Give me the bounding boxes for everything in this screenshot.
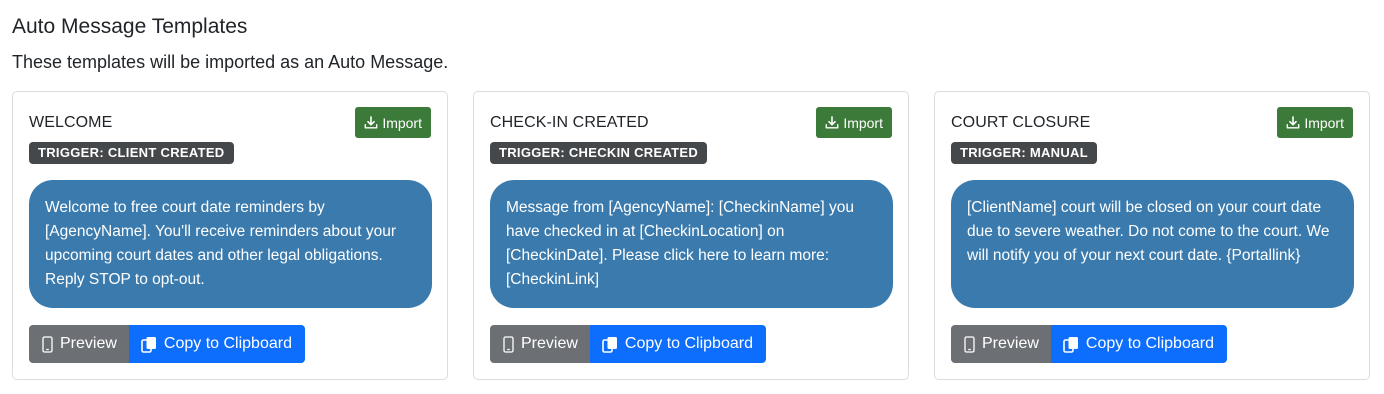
- card-header: WELCOME Import: [29, 107, 431, 141]
- import-button[interactable]: Import: [1277, 107, 1353, 138]
- page: Auto Message Templates These templates w…: [0, 0, 1384, 380]
- card-actions: Preview Copy to Clipboard: [490, 325, 892, 363]
- copy-to-clipboard-button[interactable]: Copy to Clipboard: [589, 325, 766, 363]
- template-card-welcome: WELCOME Import TRIGGER: CLIENT CREATED W…: [12, 91, 448, 380]
- import-button-label: Import: [1304, 114, 1344, 131]
- clipboard-copy-icon: [602, 336, 618, 353]
- trigger-badge: TRIGGER: CHECKIN CREATED: [490, 142, 708, 164]
- card-header: CHECK-IN CREATED Import: [490, 107, 892, 141]
- card-title: CHECK-IN CREATED: [490, 114, 649, 131]
- card-title: WELCOME: [29, 114, 113, 131]
- preview-button[interactable]: Preview: [951, 325, 1051, 363]
- download-icon: [1286, 115, 1300, 130]
- phone-icon: [42, 335, 53, 353]
- message-bubble: Message from [AgencyName]: [CheckinName]…: [490, 180, 893, 308]
- page-title: Auto Message Templates: [12, 15, 248, 38]
- trigger-badge: TRIGGER: CLIENT CREATED: [29, 142, 234, 164]
- message-bubble: Welcome to free court date reminders by …: [29, 180, 432, 308]
- clipboard-copy-icon: [141, 336, 157, 353]
- preview-button-label: Preview: [521, 335, 578, 352]
- card-header: COURT CLOSURE Import: [951, 107, 1353, 141]
- copy-to-clipboard-button[interactable]: Copy to Clipboard: [128, 325, 305, 363]
- copy-button-label: Copy to Clipboard: [624, 335, 753, 352]
- download-icon: [364, 115, 378, 130]
- message-bubble: [ClientName] court will be closed on you…: [951, 180, 1354, 308]
- import-button[interactable]: Import: [816, 107, 892, 138]
- card-title: COURT CLOSURE: [951, 114, 1091, 131]
- copy-button-label: Copy to Clipboard: [1085, 335, 1214, 352]
- template-card-court-closure: COURT CLOSURE Import TRIGGER: MANUAL [Cl…: [934, 91, 1370, 380]
- card-actions: Preview Copy to Clipboard: [951, 325, 1353, 363]
- template-card-check-in-created: CHECK-IN CREATED Import TRIGGER: CHECKIN…: [473, 91, 909, 380]
- import-button-label: Import: [382, 114, 422, 131]
- template-cards: WELCOME Import TRIGGER: CLIENT CREATED W…: [12, 91, 1372, 380]
- copy-to-clipboard-button[interactable]: Copy to Clipboard: [1050, 325, 1227, 363]
- preview-button-label: Preview: [60, 335, 117, 352]
- copy-button-label: Copy to Clipboard: [163, 335, 292, 352]
- phone-icon: [503, 335, 514, 353]
- trigger-badge: TRIGGER: MANUAL: [951, 142, 1097, 164]
- page-subtitle: These templates will be imported as an A…: [12, 52, 449, 72]
- preview-button[interactable]: Preview: [490, 325, 590, 363]
- import-button[interactable]: Import: [355, 107, 431, 138]
- preview-button-label: Preview: [982, 335, 1039, 352]
- card-actions: Preview Copy to Clipboard: [29, 325, 431, 363]
- clipboard-copy-icon: [1063, 336, 1079, 353]
- phone-icon: [964, 335, 975, 353]
- import-button-label: Import: [843, 114, 883, 131]
- download-icon: [825, 115, 839, 130]
- preview-button[interactable]: Preview: [29, 325, 129, 363]
